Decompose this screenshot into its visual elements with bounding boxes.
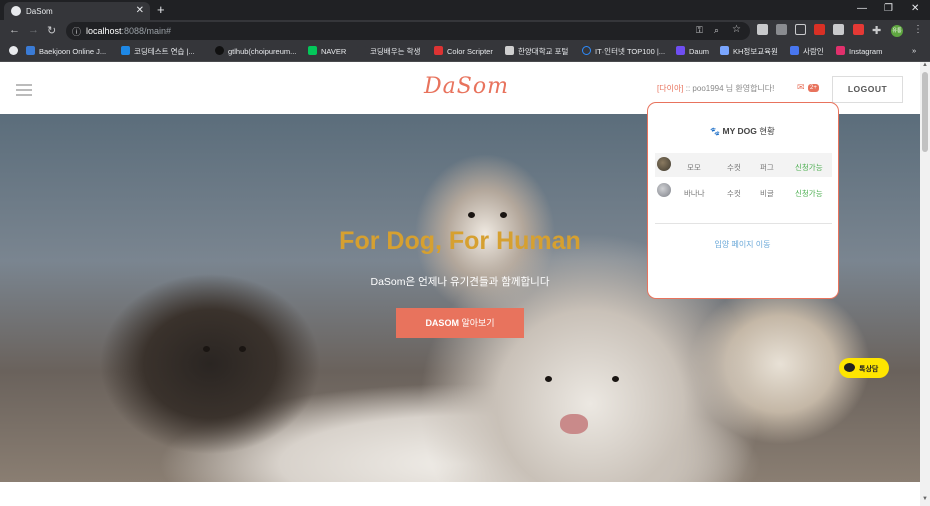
key-icon[interactable]: ⚿	[696, 25, 703, 36]
message-count-badge[interactable]: 2+	[808, 84, 819, 92]
naver-icon	[308, 46, 317, 55]
dog-breed: 비글	[760, 189, 774, 198]
browser-toolbar: ← → ↻ ⓘ localhost:8088/main# ⚿ ⌕ ☆ ✚ 유통 …	[0, 20, 930, 42]
extension-icon[interactable]	[833, 24, 844, 35]
blog-icon	[357, 46, 366, 55]
scroll-up-icon[interactable]: ▲	[922, 62, 928, 68]
dog-name: 바나나	[684, 189, 705, 198]
bookmark-item[interactable]: Instagram	[836, 46, 882, 56]
browser-tab[interactable]: DaSom ✕	[4, 2, 150, 20]
scrollbar-thumb[interactable]	[922, 72, 928, 152]
dog-name: 모모	[687, 163, 701, 172]
site-logo[interactable]: DaSom	[424, 74, 509, 99]
bookmark-item[interactable]: 코딩배우는 학생	[357, 46, 420, 57]
bookmark-item[interactable]: NAVER	[308, 46, 346, 56]
bookmark-item[interactable]: Daum	[676, 46, 709, 56]
dog-avatar	[657, 157, 671, 171]
chat-label: 톡상담	[859, 366, 879, 373]
bookmark-item[interactable]	[9, 46, 22, 56]
extension-icon[interactable]	[776, 24, 787, 35]
saramin-icon	[790, 46, 799, 55]
daum-icon	[676, 46, 685, 55]
dropdown-title: 🐾 MY DOG 현황	[710, 126, 775, 136]
instagram-icon	[836, 46, 845, 55]
programmers-icon	[121, 46, 130, 55]
dog-eye	[468, 212, 475, 218]
color-scripter-icon	[434, 46, 443, 55]
scroll-down-icon[interactable]: ▼	[922, 496, 928, 502]
bookmark-star-icon[interactable]: ☆	[732, 24, 741, 35]
adoption-page-link[interactable]: 입양 페이지 이동	[648, 239, 837, 250]
bookmark-item[interactable]: 사람인	[790, 46, 824, 57]
paw-icon: 🐾	[710, 127, 721, 136]
minimize-icon[interactable]: —	[857, 3, 867, 14]
dog-eye	[500, 212, 507, 218]
forward-icon[interactable]: →	[28, 24, 39, 36]
extension-icon[interactable]	[853, 24, 864, 35]
browser-tab-strip: DaSom ✕ + — ❐ ✕	[0, 0, 930, 20]
profile-avatar[interactable]: 유통	[891, 25, 903, 37]
bookmark-item[interactable]: KH정보교육원	[720, 46, 778, 57]
site-info-icon[interactable]: ⓘ	[72, 25, 81, 38]
adoption-status: 신청가능	[795, 163, 823, 172]
new-tab-button[interactable]: +	[157, 2, 165, 17]
dog-eye	[545, 376, 552, 382]
bookmark-item[interactable]: 코딩테스트 연습 |...	[121, 46, 195, 57]
address-bar[interactable]: ⓘ localhost:8088/main# ⚿ ⌕ ☆	[66, 22, 750, 40]
university-icon	[505, 46, 514, 55]
bookmarks-bar: Baekjoon Online J... 코딩테스트 연습 |... gtlhu…	[0, 42, 930, 62]
dog-eye	[203, 346, 210, 352]
welcome-message: [다이아] :: poo1994 님 환영합니다!	[657, 84, 775, 93]
pdf-extension-icon[interactable]	[814, 24, 825, 35]
page-scrollbar[interactable]: ▲ ▼	[920, 62, 930, 506]
bookmark-item[interactable]: IT·인터넷 TOP100 |...	[582, 46, 665, 57]
url-text[interactable]: localhost:8088/main#	[86, 26, 171, 36]
member-grade: [다이아]	[657, 84, 684, 93]
restore-icon[interactable]: ❐	[884, 3, 893, 14]
extensions-puzzle-icon[interactable]: ✚	[872, 24, 881, 37]
dog-breed: 퍼그	[760, 163, 774, 172]
window-close-icon[interactable]: ✕	[911, 3, 919, 14]
kh-icon	[720, 46, 729, 55]
adoption-status: 신청가능	[795, 189, 823, 198]
dog-nose	[560, 414, 588, 434]
chat-consult-button[interactable]: 톡상담	[839, 358, 889, 378]
back-icon[interactable]: ←	[9, 24, 20, 36]
divider	[655, 223, 832, 224]
bookmarks-overflow-icon[interactable]: »	[912, 46, 916, 55]
github-icon	[215, 46, 224, 55]
tab-close-icon[interactable]: ✕	[136, 5, 144, 16]
dog-avatar	[657, 183, 671, 197]
dog-sex: 수컷	[727, 189, 741, 198]
chat-bubble-icon	[844, 363, 855, 372]
tab-title: DaSom	[26, 7, 53, 16]
bookmark-item[interactable]: gtlhub(choipureum...	[215, 46, 296, 56]
my-dog-dropdown: 🐾 MY DOG 현황 모모 수컷 퍼그 신청가능 바나나 수컷 비글 신청가능…	[647, 102, 839, 299]
extension-icon[interactable]	[757, 24, 768, 35]
bookmark-item[interactable]: 한양대학교 포털	[505, 46, 568, 57]
mail-icon[interactable]: ✉	[797, 82, 805, 93]
dog-eye	[239, 346, 246, 352]
bookmark-item[interactable]: Baekjoon Online J...	[26, 46, 106, 56]
learn-more-button[interactable]: DASOM 알아보기	[396, 308, 524, 338]
apps-icon	[9, 46, 18, 55]
dog-row[interactable]: 바나나 수컷 비글 신청가능	[655, 179, 832, 203]
zoom-icon[interactable]: ⌕	[714, 25, 719, 36]
dog-eye	[612, 376, 619, 382]
browser-menu-icon[interactable]: ⋮	[913, 24, 923, 35]
logout-button[interactable]: LOGOUT	[832, 76, 903, 103]
reload-icon[interactable]: ↻	[47, 24, 56, 37]
shield-icon[interactable]	[795, 24, 806, 35]
dog-row[interactable]: 모모 수컷 퍼그 신청가능	[655, 153, 832, 177]
dog-sex: 수컷	[727, 163, 741, 172]
tab-favicon-icon	[11, 6, 21, 16]
page-viewport: DaSom [다이아] :: poo1994 님 환영합니다! ✉ 2+ LOG…	[0, 62, 930, 506]
baekjoon-icon	[26, 46, 35, 55]
top100-icon	[582, 46, 591, 55]
bookmark-item[interactable]: Color Scripter	[434, 46, 493, 56]
hamburger-menu-icon[interactable]	[16, 84, 32, 96]
